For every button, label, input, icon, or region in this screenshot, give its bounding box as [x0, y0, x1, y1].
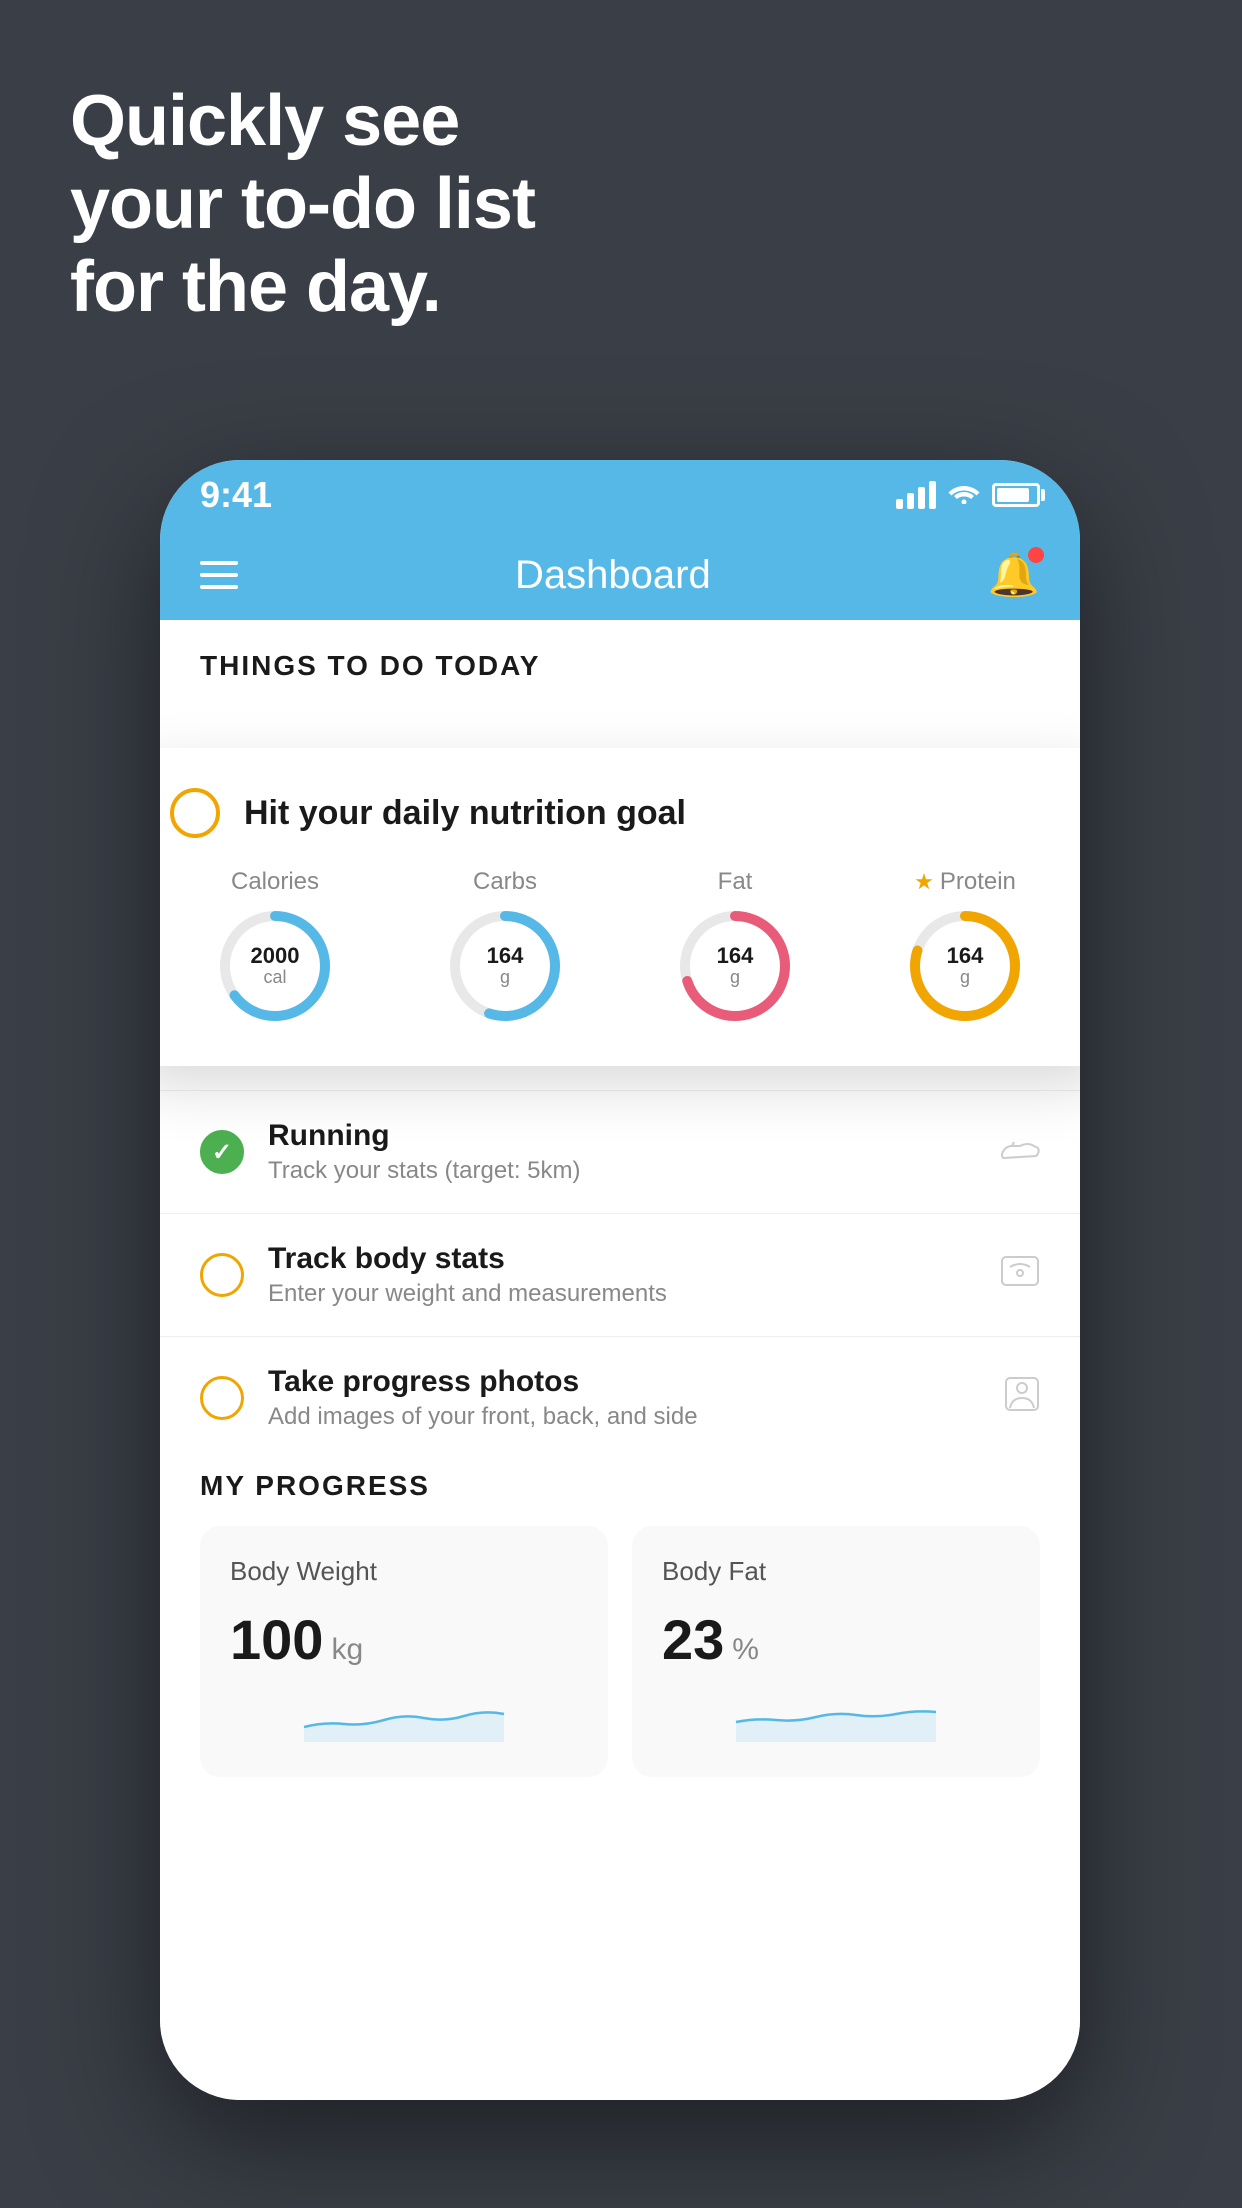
calories-value: 2000 — [251, 944, 300, 968]
body-weight-chart — [230, 1692, 578, 1742]
todo-subtitle-photos: Add images of your front, back, and side — [268, 1403, 980, 1431]
protein-chart: 164 g — [905, 906, 1025, 1026]
body-weight-unit: kg — [331, 1633, 363, 1667]
progress-title: MY PROGRESS — [200, 1470, 1040, 1502]
todo-subtitle-body-stats: Enter your weight and measurements — [268, 1280, 976, 1308]
scale-icon — [1000, 1253, 1040, 1298]
hero-line2: your to-do list — [70, 163, 535, 246]
carbs-chart: 164 g — [445, 906, 565, 1026]
calories-label: Calories — [231, 868, 319, 896]
protein-stat: ★ Protein 164 g — [905, 868, 1025, 1026]
fat-chart: 164 g — [675, 906, 795, 1026]
body-fat-number: 23 — [662, 1607, 724, 1672]
body-fat-value: 23 % — [662, 1607, 1010, 1672]
body-fat-chart — [662, 1692, 1010, 1742]
body-fat-unit: % — [732, 1633, 759, 1667]
phone-frame: 9:41 Da — [160, 460, 1080, 2100]
notification-badge — [1028, 547, 1044, 563]
nav-title: Dashboard — [515, 553, 711, 598]
hamburger-menu[interactable] — [200, 561, 238, 589]
protein-label: ★ Protein — [914, 868, 1016, 896]
person-icon — [1004, 1376, 1040, 1421]
hero-line3: for the day. — [70, 246, 535, 329]
nav-bar: Dashboard 🔔 — [160, 530, 1080, 620]
status-time: 9:41 — [200, 474, 272, 516]
todo-subtitle-running: Track your stats (target: 5km) — [268, 1157, 976, 1185]
fat-value: 164 — [717, 944, 754, 968]
body-weight-number: 100 — [230, 1607, 323, 1672]
todo-title-body-stats: Track body stats — [268, 1242, 976, 1276]
progress-cards: Body Weight 100 kg Body Fat 23 % — [200, 1526, 1040, 1777]
notification-bell-icon[interactable]: 🔔 — [988, 551, 1040, 600]
hero-text: Quickly see your to-do list for the day. — [70, 80, 535, 328]
wifi-icon — [948, 480, 980, 511]
hero-line1: Quickly see — [70, 80, 535, 163]
body-weight-label: Body Weight — [230, 1556, 578, 1587]
carbs-stat: Carbs 164 g — [445, 868, 565, 1026]
carbs-value: 164 — [487, 944, 524, 968]
nutrition-card-title: Hit your daily nutrition goal — [244, 794, 686, 833]
calories-chart: 2000 cal — [215, 906, 335, 1026]
card-header: Hit your daily nutrition goal — [170, 788, 1070, 838]
status-bar: 9:41 — [160, 460, 1080, 530]
body-fat-label: Body Fat — [662, 1556, 1010, 1587]
body-weight-value: 100 kg — [230, 1607, 578, 1672]
todo-text-body-stats: Track body stats Enter your weight and m… — [268, 1242, 976, 1308]
fat-unit: g — [717, 968, 754, 988]
star-icon: ★ — [914, 869, 934, 895]
protein-unit: g — [947, 968, 984, 988]
todo-check-body-stats[interactable] — [200, 1253, 244, 1297]
body-weight-card: Body Weight 100 kg — [200, 1526, 608, 1777]
todo-list: ✓ Running Track your stats (target: 5km) — [160, 1090, 1080, 1459]
shoe-icon — [1000, 1131, 1040, 1173]
todo-text-running: Running Track your stats (target: 5km) — [268, 1119, 976, 1185]
body-fat-card: Body Fat 23 % — [632, 1526, 1040, 1777]
todo-check-photos[interactable] — [200, 1376, 244, 1420]
fat-label: Fat — [718, 868, 753, 896]
status-icons — [896, 480, 1040, 511]
calories-stat: Calories 2000 cal — [215, 868, 335, 1026]
todo-check-nutrition[interactable] — [170, 788, 220, 838]
carbs-unit: g — [487, 968, 524, 988]
todo-title-photos: Take progress photos — [268, 1365, 980, 1399]
things-header: THINGS TO DO TODAY — [160, 620, 1080, 702]
nutrition-stats: Calories 2000 cal Carbs — [170, 868, 1070, 1026]
signal-icon — [896, 481, 936, 509]
battery-icon — [992, 483, 1040, 507]
todo-item-running[interactable]: ✓ Running Track your stats (target: 5km) — [160, 1090, 1080, 1213]
protein-value: 164 — [947, 944, 984, 968]
todo-title-running: Running — [268, 1119, 976, 1153]
carbs-label: Carbs — [473, 868, 537, 896]
todo-item-body-stats[interactable]: Track body stats Enter your weight and m… — [160, 1213, 1080, 1336]
todo-text-photos: Take progress photos Add images of your … — [268, 1365, 980, 1431]
fat-stat: Fat 164 g — [675, 868, 795, 1026]
calories-unit: cal — [251, 968, 300, 988]
nutrition-card: Hit your daily nutrition goal Calories 2… — [160, 748, 1080, 1066]
todo-check-running[interactable]: ✓ — [200, 1130, 244, 1174]
content-area: THINGS TO DO TODAY Hit your daily nutrit… — [160, 620, 1080, 2100]
progress-section: MY PROGRESS Body Weight 100 kg B — [160, 1440, 1080, 1807]
